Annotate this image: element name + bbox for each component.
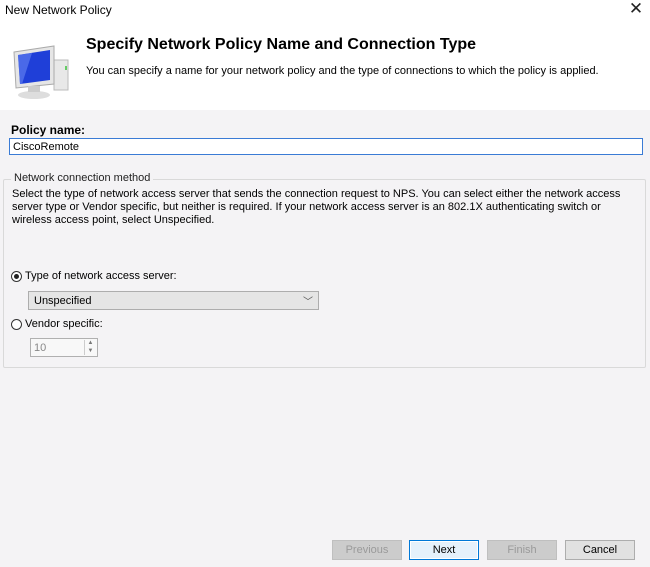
page-title: Specify Network Policy Name and Connecti… (86, 36, 477, 53)
computer-monitor-icon (13, 45, 69, 99)
stepper-down-icon: ▼ (84, 347, 96, 355)
cancel-button[interactable]: Cancel (565, 540, 635, 560)
finish-button[interactable]: Finish (487, 540, 557, 560)
title-bar: New Network Policy ✕ (0, 0, 650, 22)
policy-name-label: Policy name: (11, 123, 86, 137)
nas-type-dropdown[interactable]: Unspecified ﹀ (28, 291, 319, 310)
stepper-value: 10 (34, 342, 47, 354)
vendor-specific-stepper: 10 ▲ ▼ (30, 338, 98, 357)
radio-vendor-specific[interactable]: Vendor specific: (11, 318, 103, 330)
dropdown-value: Unspecified (34, 295, 92, 307)
close-icon[interactable]: ✕ (628, 0, 644, 18)
radio-type-of-nas[interactable]: Type of network access server: (11, 270, 177, 282)
policy-name-input[interactable] (9, 138, 643, 155)
radio-type-of-nas-label: Type of network access server: (25, 270, 177, 282)
wizard-content: Policy name: Network connection method S… (0, 110, 650, 530)
window-title: New Network Policy (5, 3, 112, 17)
group-label: Network connection method (11, 172, 154, 184)
stepper-up-icon: ▲ (84, 340, 96, 348)
network-connection-method-group: Network connection method Select the typ… (3, 172, 646, 368)
chevron-down-icon: ﹀ (303, 297, 313, 308)
radio-button-unchecked[interactable] (11, 318, 22, 330)
next-button[interactable]: Next (409, 540, 479, 560)
radio-button-checked[interactable] (11, 270, 22, 282)
group-description: Select the type of network access server… (12, 188, 621, 226)
previous-button[interactable]: Previous (332, 540, 402, 560)
wizard-footer: Previous Next Finish Cancel (0, 530, 650, 567)
wizard-header: Specify Network Policy Name and Connecti… (0, 22, 650, 110)
radio-vendor-specific-label: Vendor specific: (25, 318, 103, 330)
page-subtitle: You can specify a name for your network … (86, 65, 599, 77)
